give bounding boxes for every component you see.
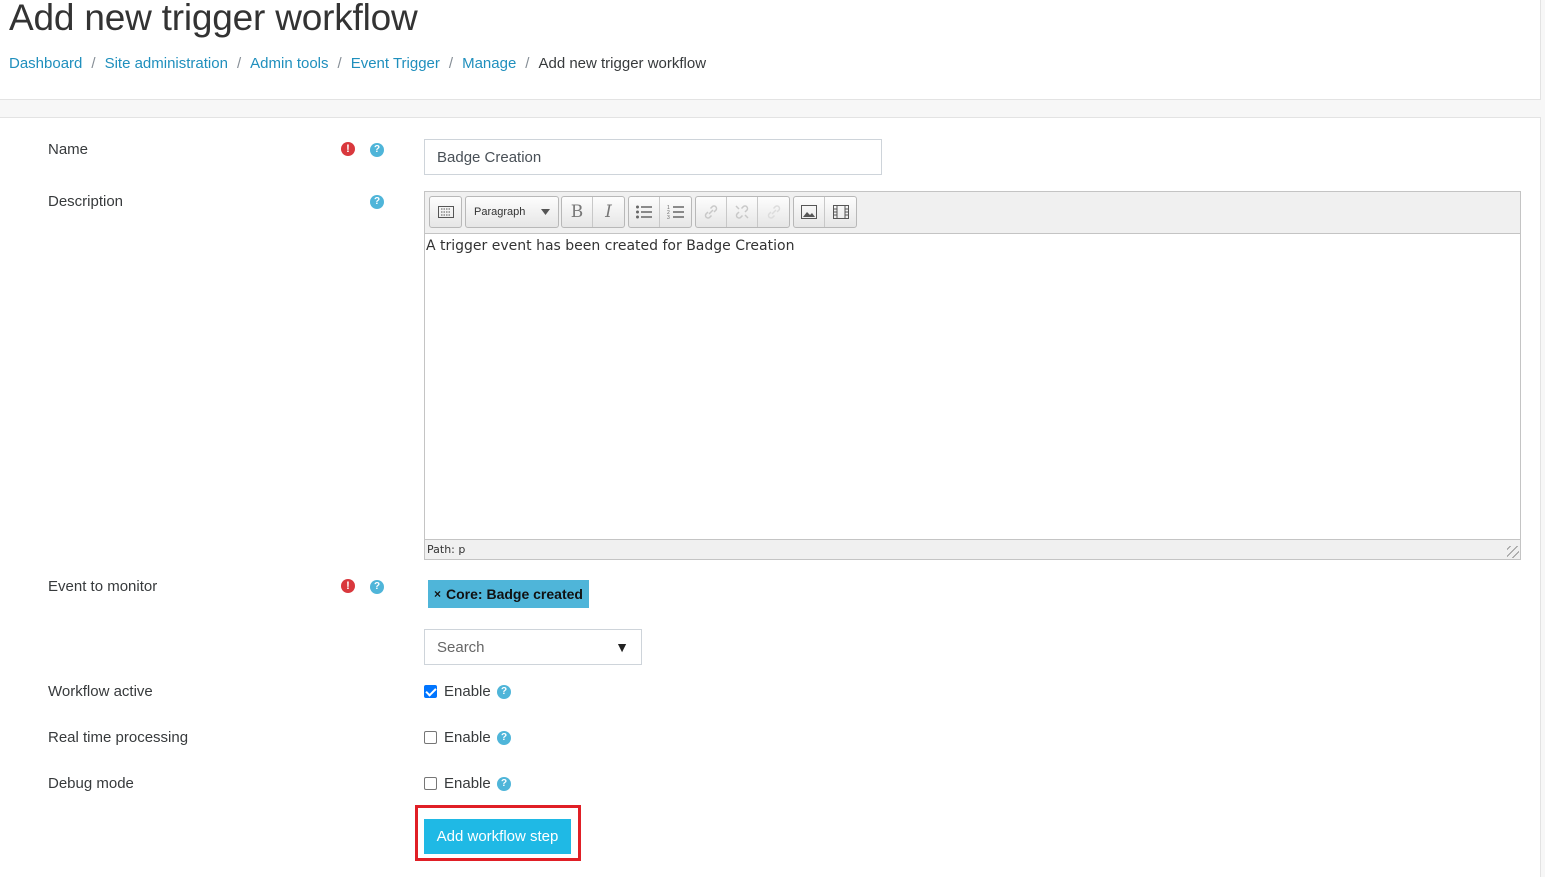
dropdown-arrow-icon: ▼ bbox=[615, 639, 629, 655]
required-icon: ! bbox=[341, 579, 355, 593]
event-label: Event to monitor bbox=[48, 578, 158, 595]
media-icon[interactable] bbox=[825, 197, 856, 227]
realtime-label: Real time processing bbox=[48, 729, 189, 746]
bullet-list-icon[interactable] bbox=[629, 197, 660, 227]
debug-option: Enable bbox=[444, 775, 491, 792]
selected-event-label: Core: Badge created bbox=[446, 586, 583, 602]
editor-path: Path: p bbox=[425, 539, 1520, 559]
format-select-value: Paragraph bbox=[474, 206, 526, 218]
debug-help-icon[interactable]: ? bbox=[497, 777, 511, 791]
editor-toolbar: Paragraph B I 123 bbox=[425, 192, 1520, 234]
required-icon: ! bbox=[341, 142, 355, 156]
name-label: Name bbox=[48, 141, 89, 158]
name-input[interactable] bbox=[424, 139, 882, 175]
workflow-active-checkbox[interactable] bbox=[424, 685, 437, 698]
breadcrumb-admin-tools[interactable]: Admin tools bbox=[250, 55, 328, 72]
image-icon[interactable] bbox=[794, 197, 825, 227]
add-workflow-step-button[interactable]: Add workflow step bbox=[424, 819, 571, 854]
realtime-checkbox[interactable] bbox=[424, 731, 437, 744]
breadcrumb-separator: / bbox=[337, 55, 342, 72]
workflow-active-option: Enable bbox=[444, 683, 491, 700]
breadcrumb-separator: / bbox=[236, 55, 242, 72]
format-select[interactable]: Paragraph bbox=[466, 197, 558, 227]
realtime-option: Enable bbox=[444, 729, 491, 746]
breadcrumb: Dashboard / Site administration / Admin … bbox=[9, 55, 706, 72]
chevron-down-icon bbox=[541, 209, 550, 215]
breadcrumb-dashboard[interactable]: Dashboard bbox=[9, 55, 82, 72]
breadcrumb-site-administration[interactable]: Site administration bbox=[105, 55, 228, 72]
debug-label: Debug mode bbox=[48, 775, 134, 792]
breadcrumb-current: Add new trigger workflow bbox=[538, 55, 707, 72]
selected-event-tag[interactable]: × Core: Badge created bbox=[428, 580, 589, 608]
remove-tag-icon[interactable]: × bbox=[434, 587, 441, 601]
numbered-list-icon[interactable]: 123 bbox=[660, 197, 691, 227]
event-search-select[interactable]: Search ▼ bbox=[424, 629, 642, 665]
anchor-icon[interactable] bbox=[758, 197, 789, 227]
unlink-icon[interactable] bbox=[727, 197, 758, 227]
link-icon[interactable] bbox=[696, 197, 727, 227]
breadcrumb-manage[interactable]: Manage bbox=[462, 55, 516, 72]
name-help-icon[interactable]: ? bbox=[370, 143, 384, 157]
italic-icon[interactable]: I bbox=[593, 197, 624, 227]
bold-icon[interactable]: B bbox=[562, 197, 593, 227]
page-header: Add new trigger workflow Dashboard / Sit… bbox=[0, 0, 1541, 100]
description-label: Description bbox=[48, 193, 124, 210]
breadcrumb-separator: / bbox=[525, 55, 530, 72]
toolbar-toggle-icon[interactable] bbox=[430, 197, 461, 227]
description-editor: Paragraph B I 123 A trigger event has be… bbox=[424, 191, 1521, 560]
debug-checkbox[interactable] bbox=[424, 777, 437, 790]
workflow-active-label: Workflow active bbox=[48, 683, 153, 700]
breadcrumb-separator: / bbox=[91, 55, 96, 72]
breadcrumb-event-trigger[interactable]: Event Trigger bbox=[351, 55, 440, 72]
event-search-placeholder: Search bbox=[437, 638, 485, 656]
page-title: Add new trigger workflow bbox=[9, 0, 418, 38]
workflow-form: Name ! ? Description ? Paragraph B I bbox=[0, 117, 1541, 877]
resize-grip-icon[interactable] bbox=[1507, 546, 1519, 558]
svg-text:3: 3 bbox=[667, 215, 670, 220]
breadcrumb-separator: / bbox=[448, 55, 454, 72]
event-help-icon[interactable]: ? bbox=[370, 580, 384, 594]
editor-content[interactable]: A trigger event has been created for Bad… bbox=[425, 234, 1520, 539]
realtime-help-icon[interactable]: ? bbox=[497, 731, 511, 745]
workflow-active-help-icon[interactable]: ? bbox=[497, 685, 511, 699]
description-help-icon[interactable]: ? bbox=[370, 195, 384, 209]
